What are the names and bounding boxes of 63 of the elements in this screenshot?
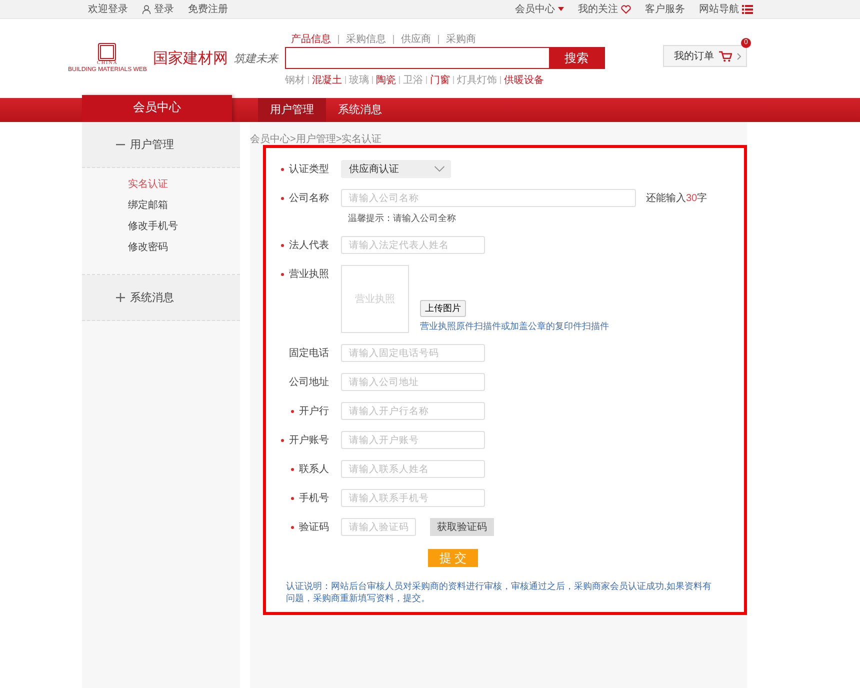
top-bar-link[interactable]: 登录 [154,2,174,16]
search-tab[interactable]: 采购信息 [346,32,386,46]
text-field[interactable]: 请输入联系手机号 [341,489,485,507]
search-tab[interactable]: 采购商 [446,32,476,46]
field-label: 手机号 [299,492,329,505]
character-counter: 还能输入30字 [646,192,708,205]
hot-keyword-link[interactable]: 混凝土 [312,73,342,87]
expand-icon [116,293,125,302]
sidebar-item[interactable]: 实名认证 [128,178,240,191]
nav-tab[interactable]: 用户管理 [258,98,326,122]
upload-help-link[interactable]: 营业执照原件扫描件或加盖公章的复印件扫描件 [420,320,609,333]
top-bar-link[interactable]: 我的关注 [578,2,618,16]
text-field[interactable]: 请输入固定电话号码 [341,344,485,362]
caret-icon [558,7,564,11]
logo-emblem-icon [98,43,116,61]
breadcrumb: 会员中心>用户管理>实名认证 [250,132,383,145]
slogan: 筑建未来 [234,52,278,66]
text-field[interactable]: 请输入公司名称 [341,189,636,207]
note-text: 认证说明：网站后台审核人员对采购商的资料进行审核，审核通过之后，采购商家会员认证成功,如果资料有问题，采购商重新填写资料，提交。 [285,580,713,604]
field-label: 公司地址 [289,376,329,389]
top-bar-link[interactable]: 会员中心 [515,2,555,16]
get-code-button[interactable]: 获取验证码 [430,518,494,536]
hot-keyword-link[interactable]: 陶瓷 [376,73,396,87]
top-bar-link[interactable]: 欢迎登录 [88,2,128,16]
top-bar-link[interactable]: 网站导航 [699,2,739,16]
text-field[interactable]: 请输入公司地址 [341,373,485,391]
field-label: 公司名称 [289,192,329,205]
field-label: 开户行 [299,404,329,418]
text-field[interactable]: 请输入开户账号 [341,431,485,449]
list-icon [742,4,753,14]
field-label: 固定电话 [289,346,329,360]
orders-button[interactable]: 我的订单 [663,45,747,67]
site-name: 国家建材网 [152,49,228,68]
top-bar-link[interactable]: 客户服务 [645,2,685,16]
search-tab[interactable]: 产品信息 [291,32,332,46]
hint-text: 温馨提示：请输入公司全称 [348,212,457,225]
sidebar-item[interactable]: 绑定邮箱 [128,199,240,212]
sidebar-item[interactable]: 修改手机号 [128,220,240,233]
heart-icon [621,4,631,14]
sidebar-group-header[interactable]: 系统消息 [82,275,240,321]
upload-button[interactable]: 上传图片 [420,300,466,317]
field-label: 法人代表 [289,238,329,252]
sidebar-group-header[interactable]: 用户管理 [82,122,240,168]
chevron-down-icon [434,166,445,172]
search-tab[interactable]: 供应商 [401,32,432,46]
user-icon [142,4,151,14]
hot-keyword-link[interactable]: 供暖设备 [504,73,544,87]
text-field[interactable]: 请输入联系人姓名 [341,460,485,478]
nav-tab[interactable]: 系统消息 [326,98,394,122]
field-label: 营业执照 [289,268,329,281]
text-field[interactable]: 请输入开户行名称 [341,402,485,420]
field-label: 验证码 [299,521,329,534]
text-field[interactable]: 请输入法定代表人姓名 [341,236,485,254]
cart-icon [719,50,732,62]
hot-keyword-link[interactable]: 门窗 [430,73,450,87]
field-label: 开户账号 [289,434,329,447]
sidebar-item[interactable]: 修改密码 [128,241,240,254]
field-label: 认证类型 [289,162,329,176]
top-bar-link[interactable]: 免费注册 [188,2,228,16]
field-label: 联系人 [299,462,329,476]
chevron-icon [737,52,741,60]
member-center-tab[interactable]: 会员中心 [82,95,232,122]
dropdown[interactable]: 供应商认证 [341,160,451,178]
